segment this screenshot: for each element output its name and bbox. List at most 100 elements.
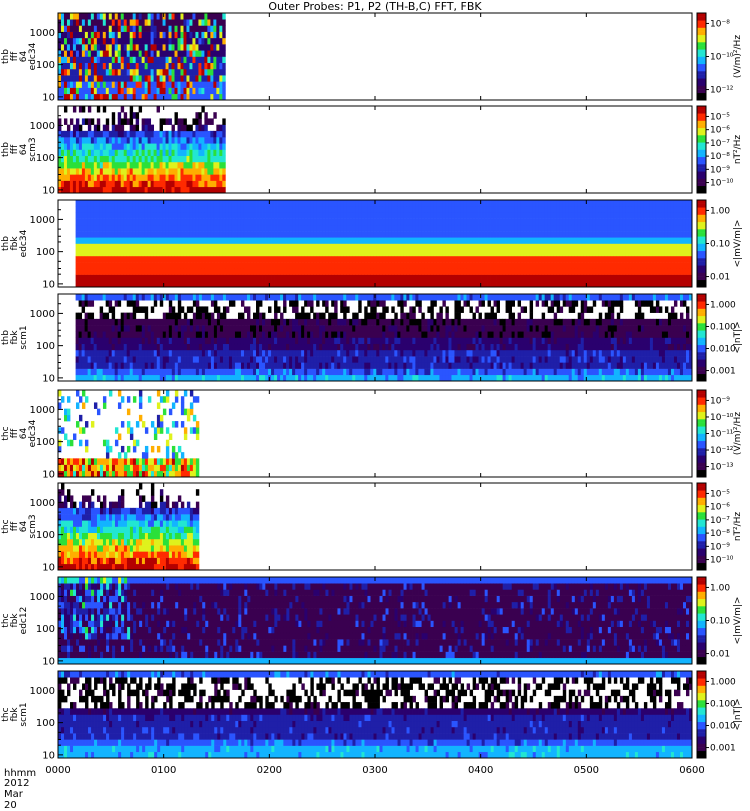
spectrogram-cell [184, 325, 187, 332]
colorbar-segment [697, 200, 706, 204]
spectrogram-cell [112, 212, 115, 219]
spectrogram-cell [201, 13, 204, 20]
spectrogram-cell [184, 268, 187, 275]
spectrogram-cell [512, 219, 515, 226]
spectrogram-cell [88, 244, 91, 251]
spectrogram-cell [183, 131, 186, 138]
spectrogram-cell [166, 150, 169, 157]
spectrogram-cell [79, 44, 82, 51]
spectrogram-cell [460, 244, 463, 251]
spectrogram-cell [334, 225, 337, 232]
spectrogram-cell [533, 262, 536, 269]
spectrogram-cell [97, 143, 100, 150]
spectrogram-cell [488, 256, 491, 263]
spectrogram-cell [133, 344, 136, 351]
spectrogram-cell [94, 88, 97, 95]
colorbar-segment [697, 38, 706, 42]
spectrogram-cell [608, 206, 611, 213]
spectrogram-cell [112, 344, 115, 351]
spectrogram-cell [160, 294, 163, 301]
spectrogram-cell [187, 294, 190, 301]
spectrogram-cell [124, 262, 127, 269]
spectrogram-cell [175, 212, 178, 219]
spectrogram-cell [235, 225, 238, 232]
spectrogram-cell [175, 325, 178, 332]
spectrogram-cell [262, 281, 265, 288]
spectrogram-cell [509, 250, 512, 257]
spectrogram-cell [331, 275, 334, 282]
spectrogram-cell [106, 313, 109, 320]
spectrogram-cell [151, 181, 154, 188]
spectrogram-cell [103, 212, 106, 219]
spectrogram-cell [283, 275, 286, 282]
spectrogram-cell [379, 206, 382, 213]
spectrogram-cell [361, 225, 364, 232]
spectrogram-cell [205, 237, 208, 244]
spectrogram-cell [79, 325, 82, 332]
spectrogram-cell [82, 143, 85, 150]
spectrogram-cell [160, 300, 163, 307]
spectrogram-cell [130, 350, 133, 357]
spectrogram-cell [497, 250, 500, 257]
spectrogram-cell [349, 225, 352, 232]
spectrogram-cell [148, 325, 151, 332]
spectrogram-cell [647, 244, 650, 251]
spectrogram-cell [235, 244, 238, 251]
spectrogram-cell [163, 57, 166, 64]
spectrogram-cell [64, 150, 67, 157]
spectrogram-cell [184, 206, 187, 213]
spectrogram-cell [154, 268, 157, 275]
spectrogram-cell [530, 281, 533, 288]
spectrogram-cell [91, 75, 94, 82]
spectrogram-cell [88, 250, 91, 257]
spectrogram-cell [79, 19, 82, 26]
spectrogram-cell [157, 256, 160, 263]
spectrogram-cell [169, 225, 172, 232]
spectrogram-cell [142, 369, 145, 376]
spectrogram-cell [349, 275, 352, 282]
spectrogram-cell [139, 75, 142, 82]
spectrogram-cell [121, 32, 124, 39]
spectrogram-cell [79, 275, 82, 282]
spectrogram-cell [70, 44, 73, 51]
spectrogram-cell [136, 162, 139, 169]
spectrogram-cell [566, 206, 569, 213]
spectrogram-cell [280, 275, 283, 282]
spectrogram-cell [64, 143, 67, 150]
spectrogram-cell [79, 250, 82, 257]
spectrogram-cell [67, 150, 70, 157]
spectrogram-cell [178, 125, 181, 132]
spectrogram-cell [187, 306, 190, 313]
spectrogram-cell [97, 187, 100, 194]
spectrogram-cell [569, 262, 572, 269]
spectrogram-cell [563, 237, 566, 244]
spectrogram-cell [373, 275, 376, 282]
spectrogram-cell [232, 250, 235, 257]
spectrogram-cell [151, 275, 154, 282]
spectrogram-cell [199, 219, 202, 226]
spectrogram-cell [216, 63, 219, 70]
spectrogram-cell [463, 244, 466, 251]
spectrogram-cell [103, 131, 106, 138]
spectrogram-cell [91, 300, 94, 307]
spectrogram-cell [184, 319, 187, 326]
spectrogram-cell [139, 32, 142, 39]
spectrogram-cell [379, 256, 382, 263]
spectrogram-cell [397, 206, 400, 213]
spectrogram-cell [611, 262, 614, 269]
spectrogram-cell [139, 57, 142, 64]
spectrogram-cell [524, 250, 527, 257]
spectrogram-cell [572, 256, 575, 263]
spectrogram-cell [112, 331, 115, 338]
spectrogram-cell [608, 256, 611, 263]
spectrogram-cell [283, 250, 286, 257]
spectrogram-cell [253, 244, 256, 251]
spectrogram-cell [476, 200, 479, 207]
spectrogram-cell [659, 206, 662, 213]
spectrogram-cell [207, 174, 210, 181]
spectrogram-cell [112, 19, 115, 26]
spectrogram-cell [608, 281, 611, 288]
spectrogram-cell [602, 231, 605, 238]
spectrogram-cell [70, 150, 73, 157]
colorbar-segment [697, 204, 706, 208]
